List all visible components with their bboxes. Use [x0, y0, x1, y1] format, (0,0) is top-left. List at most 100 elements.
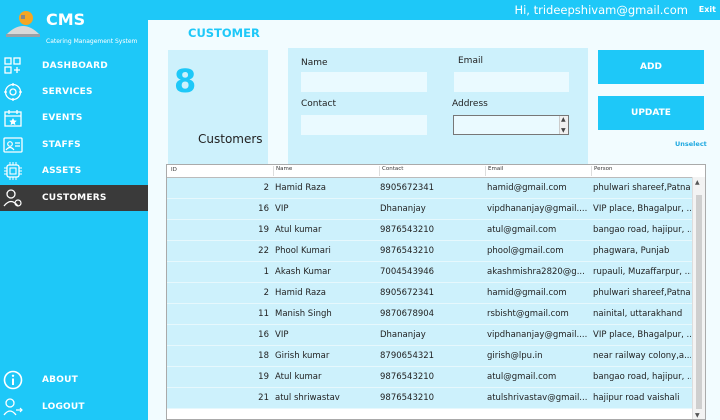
top-bar: Hi, trideepshivam@gmail.com Exit: [148, 0, 720, 20]
cell-email: atul@gmail.com: [487, 225, 557, 235]
nav-staffs[interactable]: STAFFS: [0, 132, 148, 158]
cell-contact: 9870678904: [380, 309, 435, 319]
nav-services[interactable]: SERVICES: [0, 79, 148, 105]
cell-person: phagwara, Punjab: [593, 246, 670, 256]
main-content: CUSTOMER 8 Customers Name Email Contact …: [148, 20, 720, 420]
table-row[interactable]: 21 atul shriwastav 9876543210 atulshrivasta…: [167, 388, 693, 409]
cell-id: 16: [258, 204, 269, 214]
cell-email: hamid@gmail.com: [487, 183, 567, 193]
col-header-person[interactable]: Person: [591, 166, 612, 176]
address-scrollbar[interactable]: ▲ ▼: [559, 116, 568, 134]
cell-email: hamid@gmail.com: [487, 288, 567, 298]
calendar-icon: [4, 110, 22, 127]
table-row[interactable]: 16 VIP Dhananjay vipdhananjay@gmail.... VIP …: [167, 199, 693, 220]
cell-contact: 9876543210: [380, 372, 435, 382]
nav-assets[interactable]: ASSETS: [0, 158, 148, 184]
cell-person: phulwari shareef,Patna: [593, 288, 691, 298]
sidebar: CMS Catering Management System DASHBOARD…: [0, 0, 148, 420]
col-header-name[interactable]: Name: [273, 166, 292, 176]
cell-email: vipdhananjay@gmail....: [487, 204, 587, 214]
cell-person: bangao road, hajipur, ...: [593, 225, 691, 235]
table-row[interactable]: 16 VIP Dhananjay vipdhananjay@gmail.... VIP …: [167, 325, 693, 346]
cell-id: 1: [263, 267, 269, 277]
nav-dashboard[interactable]: DASHBOARD: [0, 53, 148, 79]
nav-events[interactable]: EVENTS: [0, 105, 148, 131]
table-row[interactable]: 19 Atul kumar 9876543210 atul@gmail.com bang…: [167, 367, 693, 388]
cell-email: girish@lpu.in: [487, 351, 543, 361]
cell-person: nainital, uttarakhand: [593, 309, 683, 319]
table-row[interactable]: 22 Phool Kumari 9876543210 phool@gmail.com p…: [167, 241, 693, 262]
app-subtitle: Catering Management System: [46, 38, 138, 45]
cell-name: VIP: [275, 204, 289, 214]
app-logo: CMS Catering Management System: [0, 0, 148, 52]
nav-label-dashboard: DASHBOARD: [42, 61, 108, 71]
nav-label-about: ABOUT: [42, 375, 78, 385]
cell-contact: 9876543210: [380, 225, 435, 235]
cell-person: hajipur road vaishali: [593, 393, 680, 403]
nav-customers[interactable]: CUSTOMERS: [0, 185, 148, 211]
cell-email: atul@gmail.com: [487, 372, 557, 382]
table-row[interactable]: 18 Girish kumar 8790654321 girish@lpu.in nea…: [167, 346, 693, 367]
email-label: Email: [458, 56, 483, 66]
customer-user-icon: [3, 189, 22, 207]
nav-logout[interactable]: LOGOUT: [0, 394, 148, 420]
address-field[interactable]: ▲ ▼: [453, 115, 569, 135]
contact-field[interactable]: [301, 115, 427, 135]
logout-user-icon: [3, 398, 23, 416]
scroll-down-icon[interactable]: ▼: [561, 128, 566, 134]
assets-chip-icon: [4, 162, 22, 180]
email-field[interactable]: [454, 72, 569, 92]
table-row[interactable]: 2 Hamid Raza 8905672341 hamid@gmail.com phul…: [167, 178, 693, 199]
scroll-up-icon[interactable]: ▲: [561, 117, 566, 123]
nav-label-customers: CUSTOMERS: [42, 193, 107, 203]
update-button[interactable]: UPDATE: [598, 96, 704, 130]
cell-email: phool@gmail.com: [487, 246, 564, 256]
cell-name: Atul kumar: [275, 372, 322, 382]
cell-id: 21: [258, 393, 269, 403]
customer-count-value: 8: [174, 62, 197, 100]
name-field[interactable]: [301, 72, 427, 92]
cell-email: rsbisht@gmail.com: [487, 309, 569, 319]
dashboard-grid-icon: [4, 57, 21, 74]
exit-button[interactable]: Exit: [699, 5, 716, 14]
col-header-email[interactable]: Email: [485, 166, 503, 176]
cell-id: 19: [258, 225, 269, 235]
add-button[interactable]: ADD: [598, 50, 704, 84]
table-row[interactable]: 2 Hamid Raza 8905672341 hamid@gmail.com phul…: [167, 283, 693, 304]
cell-id: 11: [258, 309, 269, 319]
cell-id: 2: [263, 183, 269, 193]
table-row[interactable]: 11 Manish Singh 9870678904 rsbisht@gmail.co…: [167, 304, 693, 325]
cell-id: 16: [258, 330, 269, 340]
cell-name: Hamid Raza: [275, 288, 326, 298]
customer-count-card: 8 Customers: [168, 50, 268, 168]
address-label: Address: [452, 99, 488, 109]
scroll-down-icon[interactable]: ▼: [695, 412, 700, 419]
nav-label-services: SERVICES: [42, 87, 93, 97]
col-header-id[interactable]: ID: [171, 167, 177, 173]
table-row[interactable]: 1 Akash Kumar 7004543946 akashmishra2820@g.…: [167, 262, 693, 283]
customer-form: Name Email Contact Address ▲ ▼: [288, 48, 588, 168]
cell-name: Hamid Raza: [275, 183, 326, 193]
cell-person: phulwari shareef,Patna: [593, 183, 691, 193]
name-label: Name: [301, 58, 328, 68]
scrollbar-thumb[interactable]: [696, 195, 702, 409]
cell-contact: Dhananjay: [380, 204, 426, 214]
cell-email: akashmishra2820@g...: [487, 267, 585, 277]
nav-label-logout: LOGOUT: [42, 402, 85, 412]
cell-contact: 9876543210: [380, 246, 435, 256]
scroll-up-icon[interactable]: ▲: [695, 179, 700, 186]
app-title: CMS: [46, 10, 86, 29]
table-scrollbar[interactable]: ▲ ▼: [692, 177, 705, 419]
cell-contact: Dhananjay: [380, 330, 426, 340]
unselect-link[interactable]: Unselect: [675, 140, 707, 148]
page-title: CUSTOMER: [188, 26, 260, 40]
table-header: ID Name Contact Email Person: [167, 165, 705, 178]
cell-name: Phool Kumari: [275, 246, 331, 256]
cell-person: VIP place, Bhagalpur, ...: [593, 204, 691, 214]
col-header-contact[interactable]: Contact: [379, 166, 403, 176]
info-icon: [3, 370, 23, 390]
nav-label-events: EVENTS: [42, 113, 83, 123]
cell-name: VIP: [275, 330, 289, 340]
nav-about[interactable]: ABOUT: [0, 367, 148, 393]
table-row[interactable]: 19 Atul kumar 9876543210 atul@gmail.com bang…: [167, 220, 693, 241]
